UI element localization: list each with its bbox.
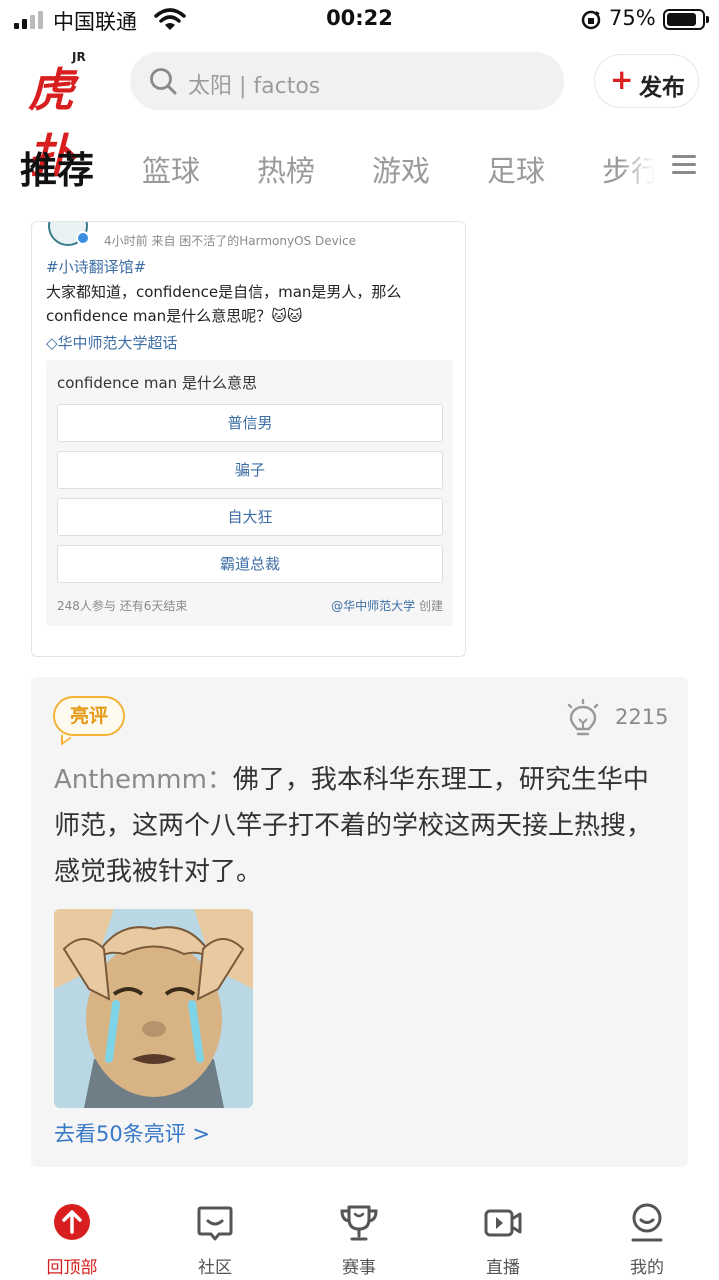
highlight-badge: 亮评 bbox=[53, 696, 125, 736]
search-icon bbox=[150, 68, 177, 95]
nav-label: 赛事 bbox=[342, 1258, 376, 1278]
search-placeholder: 太阳 | factos bbox=[188, 74, 321, 99]
comment-username[interactable]: Anthemmm： bbox=[54, 765, 233, 795]
orientation-lock-icon bbox=[581, 10, 601, 30]
nav-back-to-top[interactable]: 回顶部 bbox=[27, 1190, 117, 1280]
post-topic: #小诗翻译馆# bbox=[46, 258, 147, 276]
back-to-top-icon bbox=[54, 1204, 90, 1240]
battery-percent: 75% bbox=[609, 6, 656, 30]
poll-creator: @华中师范大学 创建 bbox=[331, 597, 443, 614]
meme-image[interactable] bbox=[54, 909, 253, 1108]
like-count: 2215 bbox=[615, 705, 669, 729]
search-bar[interactable]: 太阳 | factos bbox=[130, 52, 564, 110]
profile-icon bbox=[631, 1203, 663, 1242]
nav-label: 直播 bbox=[486, 1258, 520, 1278]
super-topic-label: 华中师范大学超话 bbox=[57, 334, 178, 352]
nav-label: 我的 bbox=[630, 1258, 664, 1278]
app-logo[interactable]: 虎扑 JR bbox=[28, 50, 102, 183]
super-topic: ◇华中师范大学超话 bbox=[46, 332, 178, 353]
nav-live[interactable]: 直播 bbox=[458, 1190, 548, 1280]
poll-option: 自大狂 bbox=[57, 498, 443, 536]
trophy-icon bbox=[340, 1205, 378, 1241]
lightbulb-icon[interactable] bbox=[565, 699, 601, 737]
nav-matches[interactable]: 赛事 bbox=[314, 1190, 404, 1280]
nav-community[interactable]: 社区 bbox=[170, 1190, 260, 1280]
poll-creator-link: @华中师范大学 bbox=[331, 599, 416, 613]
embedded-post-image: 4小时前 来自 困不活了的HarmonyOS Device #小诗翻译馆# 大家… bbox=[31, 221, 466, 657]
tab-hot-list[interactable]: 热榜 bbox=[257, 148, 315, 190]
more-highlights-link[interactable]: 去看50条亮评 > bbox=[54, 1118, 210, 1148]
poll-option: 霸道总裁 bbox=[57, 545, 443, 583]
menu-icon[interactable] bbox=[672, 155, 696, 175]
crying-meme-illustration bbox=[54, 909, 253, 1108]
highlight-comment-card[interactable]: 亮评 2215 Anthemmm：佛了，我本科华东理工，研究生华中师范，这两个八… bbox=[31, 677, 688, 1167]
nav-label: 社区 bbox=[198, 1258, 232, 1278]
bottom-nav: 回顶部 社区 赛事 直播 我的 bbox=[0, 1190, 719, 1280]
plus-icon: + bbox=[610, 63, 634, 96]
live-icon bbox=[484, 1209, 522, 1237]
nav-profile[interactable]: 我的 bbox=[602, 1190, 692, 1280]
nav-label: 回顶部 bbox=[46, 1258, 98, 1278]
status-bar: 中国联通 00:22 75% bbox=[0, 0, 719, 40]
tab-games[interactable]: 游戏 bbox=[372, 148, 430, 190]
post-meta: 4小时前 来自 困不活了的HarmonyOS Device bbox=[104, 234, 357, 248]
battery-icon bbox=[663, 9, 709, 30]
diamond-icon: ◇ bbox=[46, 334, 58, 352]
poll-option: 普信男 bbox=[57, 404, 443, 442]
community-icon bbox=[197, 1206, 233, 1241]
tab-fade-overlay bbox=[620, 140, 670, 195]
tab-football[interactable]: 足球 bbox=[487, 148, 545, 190]
poll-option: 骗子 bbox=[57, 451, 443, 489]
poll-participants: 248人参与 还有6天结束 bbox=[57, 599, 188, 613]
logo-superscript: JR bbox=[72, 50, 86, 64]
tab-basketball[interactable]: 篮球 bbox=[142, 148, 200, 190]
verified-icon bbox=[76, 231, 90, 245]
poll: confidence man 是什么意思 普信男 骗子 自大狂 霸道总裁 248… bbox=[46, 360, 453, 626]
poll-creator-suffix: 创建 bbox=[415, 599, 443, 613]
poll-question: confidence man 是什么意思 bbox=[57, 374, 257, 392]
tab-recommend[interactable]: 推荐 bbox=[20, 140, 94, 194]
comment-body: Anthemmm：佛了，我本科华东理工，研究生华中师范，这两个八竿子打不着的学校… bbox=[54, 757, 674, 895]
post-text: 大家都知道，confidence是自信，man是男人，那么confidence … bbox=[46, 283, 402, 325]
category-tabs: 推荐 篮球 热榜 游戏 足球 步行 bbox=[0, 140, 719, 195]
publish-button[interactable]: + 发布 bbox=[594, 54, 699, 108]
publish-label: 发布 bbox=[639, 75, 685, 101]
